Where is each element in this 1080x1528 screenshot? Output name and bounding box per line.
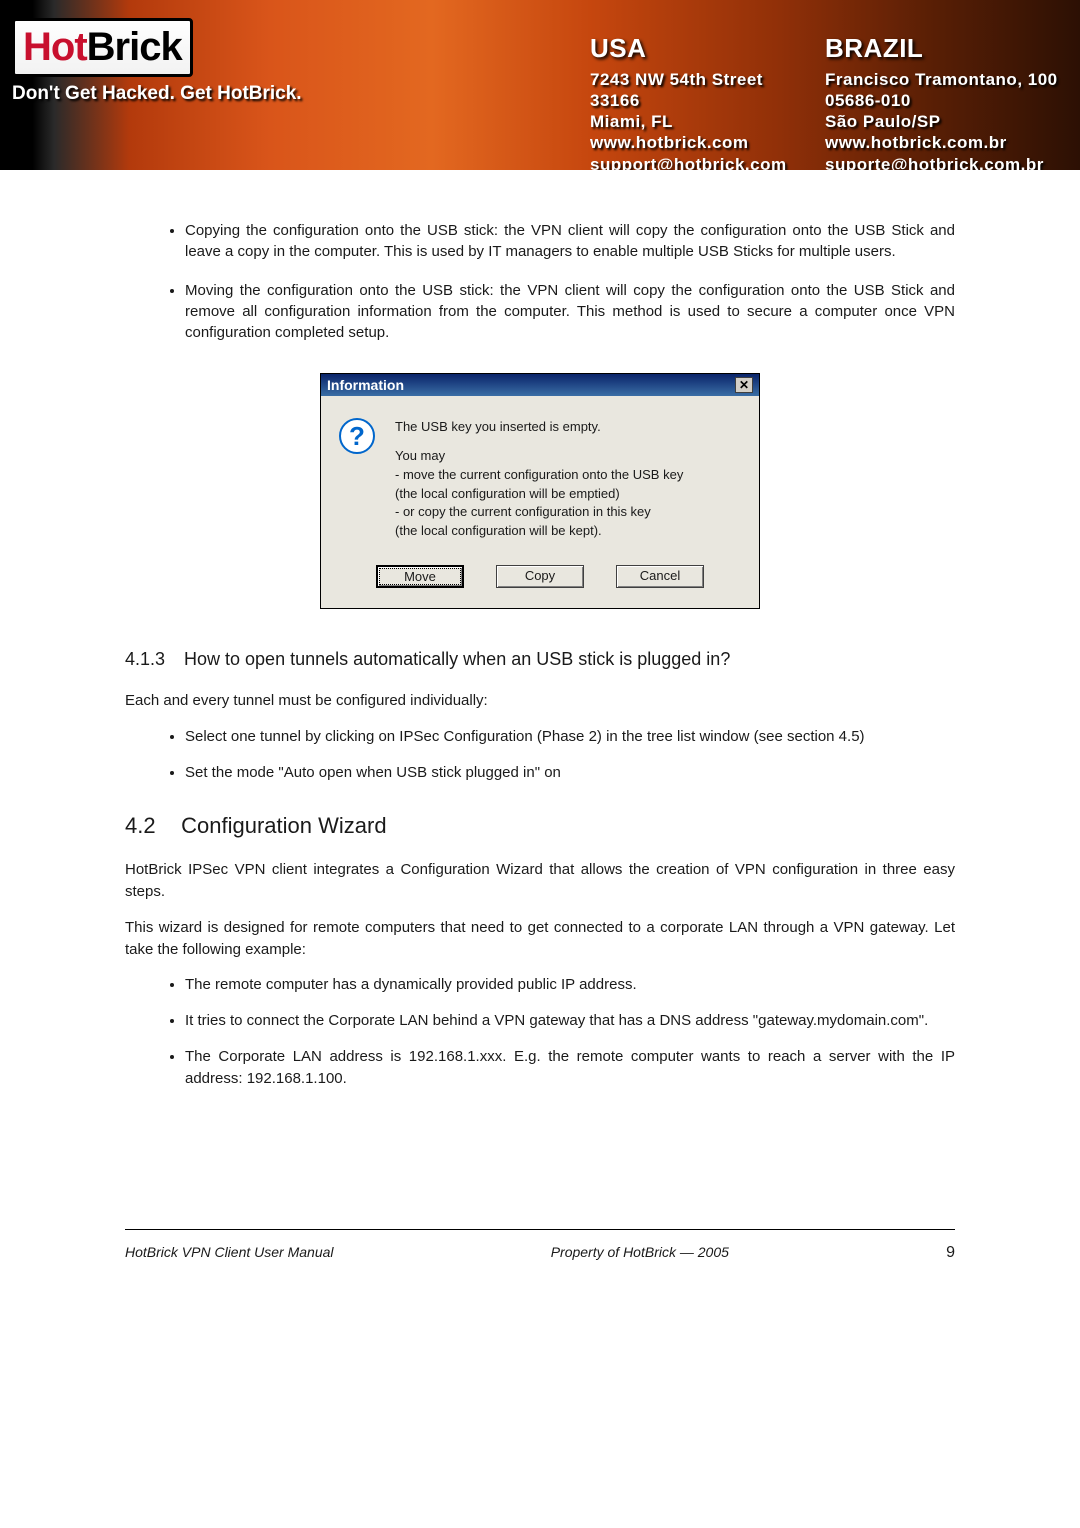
heading-413: 4.1.3 How to open tunnels automatically … xyxy=(125,649,955,670)
page-body: Copying the configuration onto the USB s… xyxy=(0,170,1080,1332)
copy-button[interactable]: Copy xyxy=(496,565,584,588)
addr-line: São Paulo/SP xyxy=(825,111,1058,132)
list-item: The remote computer has a dynamically pr… xyxy=(185,974,955,996)
page-header: HotBrick Don't Get Hacked. Get HotBrick.… xyxy=(0,0,1080,170)
logo-block: HotBrick Don't Get Hacked. Get HotBrick. xyxy=(12,18,302,105)
country-label: BRAZIL xyxy=(825,32,1058,65)
dialog-line: (the local configuration will be kept). xyxy=(395,522,683,541)
footer-right: Property of HotBrick — 2005 xyxy=(551,1244,729,1262)
logo-brick: Brick xyxy=(87,25,182,69)
logo-hot: Hot xyxy=(23,25,87,69)
dialog-titlebar: Information ✕ xyxy=(321,374,759,396)
addr-line: 33166 xyxy=(590,90,787,111)
list-item: Moving the configuration onto the USB st… xyxy=(185,280,955,343)
tagline: Don't Get Hacked. Get HotBrick. xyxy=(12,83,302,105)
page-footer: HotBrick VPN Client User Manual Property… xyxy=(125,1244,955,1302)
dialog-line: You may xyxy=(395,447,683,466)
dialog-text: The USB key you inserted is empty. You m… xyxy=(395,418,683,541)
paragraph: This wizard is designed for remote compu… xyxy=(125,917,955,961)
question-icon: ? xyxy=(339,418,375,454)
bullet-list: Select one tunnel by clicking on IPSec C… xyxy=(185,726,955,784)
dialog-body: ? The USB key you inserted is empty. You… xyxy=(321,396,759,553)
list-item: Copying the configuration onto the USB s… xyxy=(185,220,955,262)
addr-line: Miami, FL xyxy=(590,111,787,132)
addr-line: www.hotbrick.com xyxy=(590,132,787,153)
list-item: Set the mode "Auto open when USB stick p… xyxy=(185,762,955,784)
addr-line: suporte@hotbrick.com.br xyxy=(825,154,1058,171)
dialog-line: - move the current configuration onto th… xyxy=(395,466,683,485)
heading-number: 4.1.3 xyxy=(125,649,179,670)
addr-line: www.hotbrick.com.br xyxy=(825,132,1058,153)
bullet-text: the configuration onto the USB stick: th… xyxy=(185,282,955,341)
list-item: The Corporate LAN address is 192.168.1.x… xyxy=(185,1046,955,1090)
dialog-line: The USB key you inserted is empty. xyxy=(395,418,683,437)
logo: HotBrick xyxy=(12,18,193,77)
addr-line: support@hotbrick.com xyxy=(590,154,787,171)
addr-line: 05686-010 xyxy=(825,90,1058,111)
addr-line: Francisco Tramontano, 100 xyxy=(825,69,1058,90)
cancel-button[interactable]: Cancel xyxy=(616,565,704,588)
information-dialog: Information ✕ ? The USB key you inserted… xyxy=(320,373,760,609)
lead-word: Moving xyxy=(185,282,233,299)
dialog-title-text: Information xyxy=(327,377,404,393)
contact-usa: USA 7243 NW 54th Street 33166 Miami, FL … xyxy=(590,32,787,170)
dialog-line: (the local configuration will be emptied… xyxy=(395,485,683,504)
list-item: It tries to connect the Corporate LAN be… xyxy=(185,1010,955,1032)
document-page: HotBrick Don't Get Hacked. Get HotBrick.… xyxy=(0,0,1080,1332)
paragraph: HotBrick IPSec VPN client integrates a C… xyxy=(125,859,955,903)
dialog-buttons: Move Copy Cancel xyxy=(321,553,759,608)
bullet-list: The remote computer has a dynamically pr… xyxy=(185,974,955,1089)
move-button[interactable]: Move xyxy=(376,565,464,588)
footer-left: HotBrick VPN Client User Manual xyxy=(125,1244,334,1262)
list-item: Select one tunnel by clicking on IPSec C… xyxy=(185,726,955,748)
footer-rule xyxy=(125,1229,955,1230)
page-number: 9 xyxy=(946,1244,955,1262)
country-label: USA xyxy=(590,32,787,65)
heading-title: How to open tunnels automatically when a… xyxy=(184,649,730,669)
dialog-line: - or copy the current configuration in t… xyxy=(395,503,683,522)
contact-brazil: BRAZIL Francisco Tramontano, 100 05686-0… xyxy=(825,32,1058,170)
top-bullet-list: Copying the configuration onto the USB s… xyxy=(185,220,955,343)
lead-word: Copying xyxy=(185,222,240,239)
heading-title: Configuration Wizard xyxy=(181,813,386,838)
close-icon[interactable]: ✕ xyxy=(735,377,753,393)
bullet-text: the configuration onto the USB stick: th… xyxy=(185,222,955,260)
heading-number: 4.2 xyxy=(125,813,175,839)
paragraph: Each and every tunnel must be configured… xyxy=(125,690,955,712)
heading-42: 4.2 Configuration Wizard xyxy=(125,813,955,839)
addr-line: 7243 NW 54th Street xyxy=(590,69,787,90)
